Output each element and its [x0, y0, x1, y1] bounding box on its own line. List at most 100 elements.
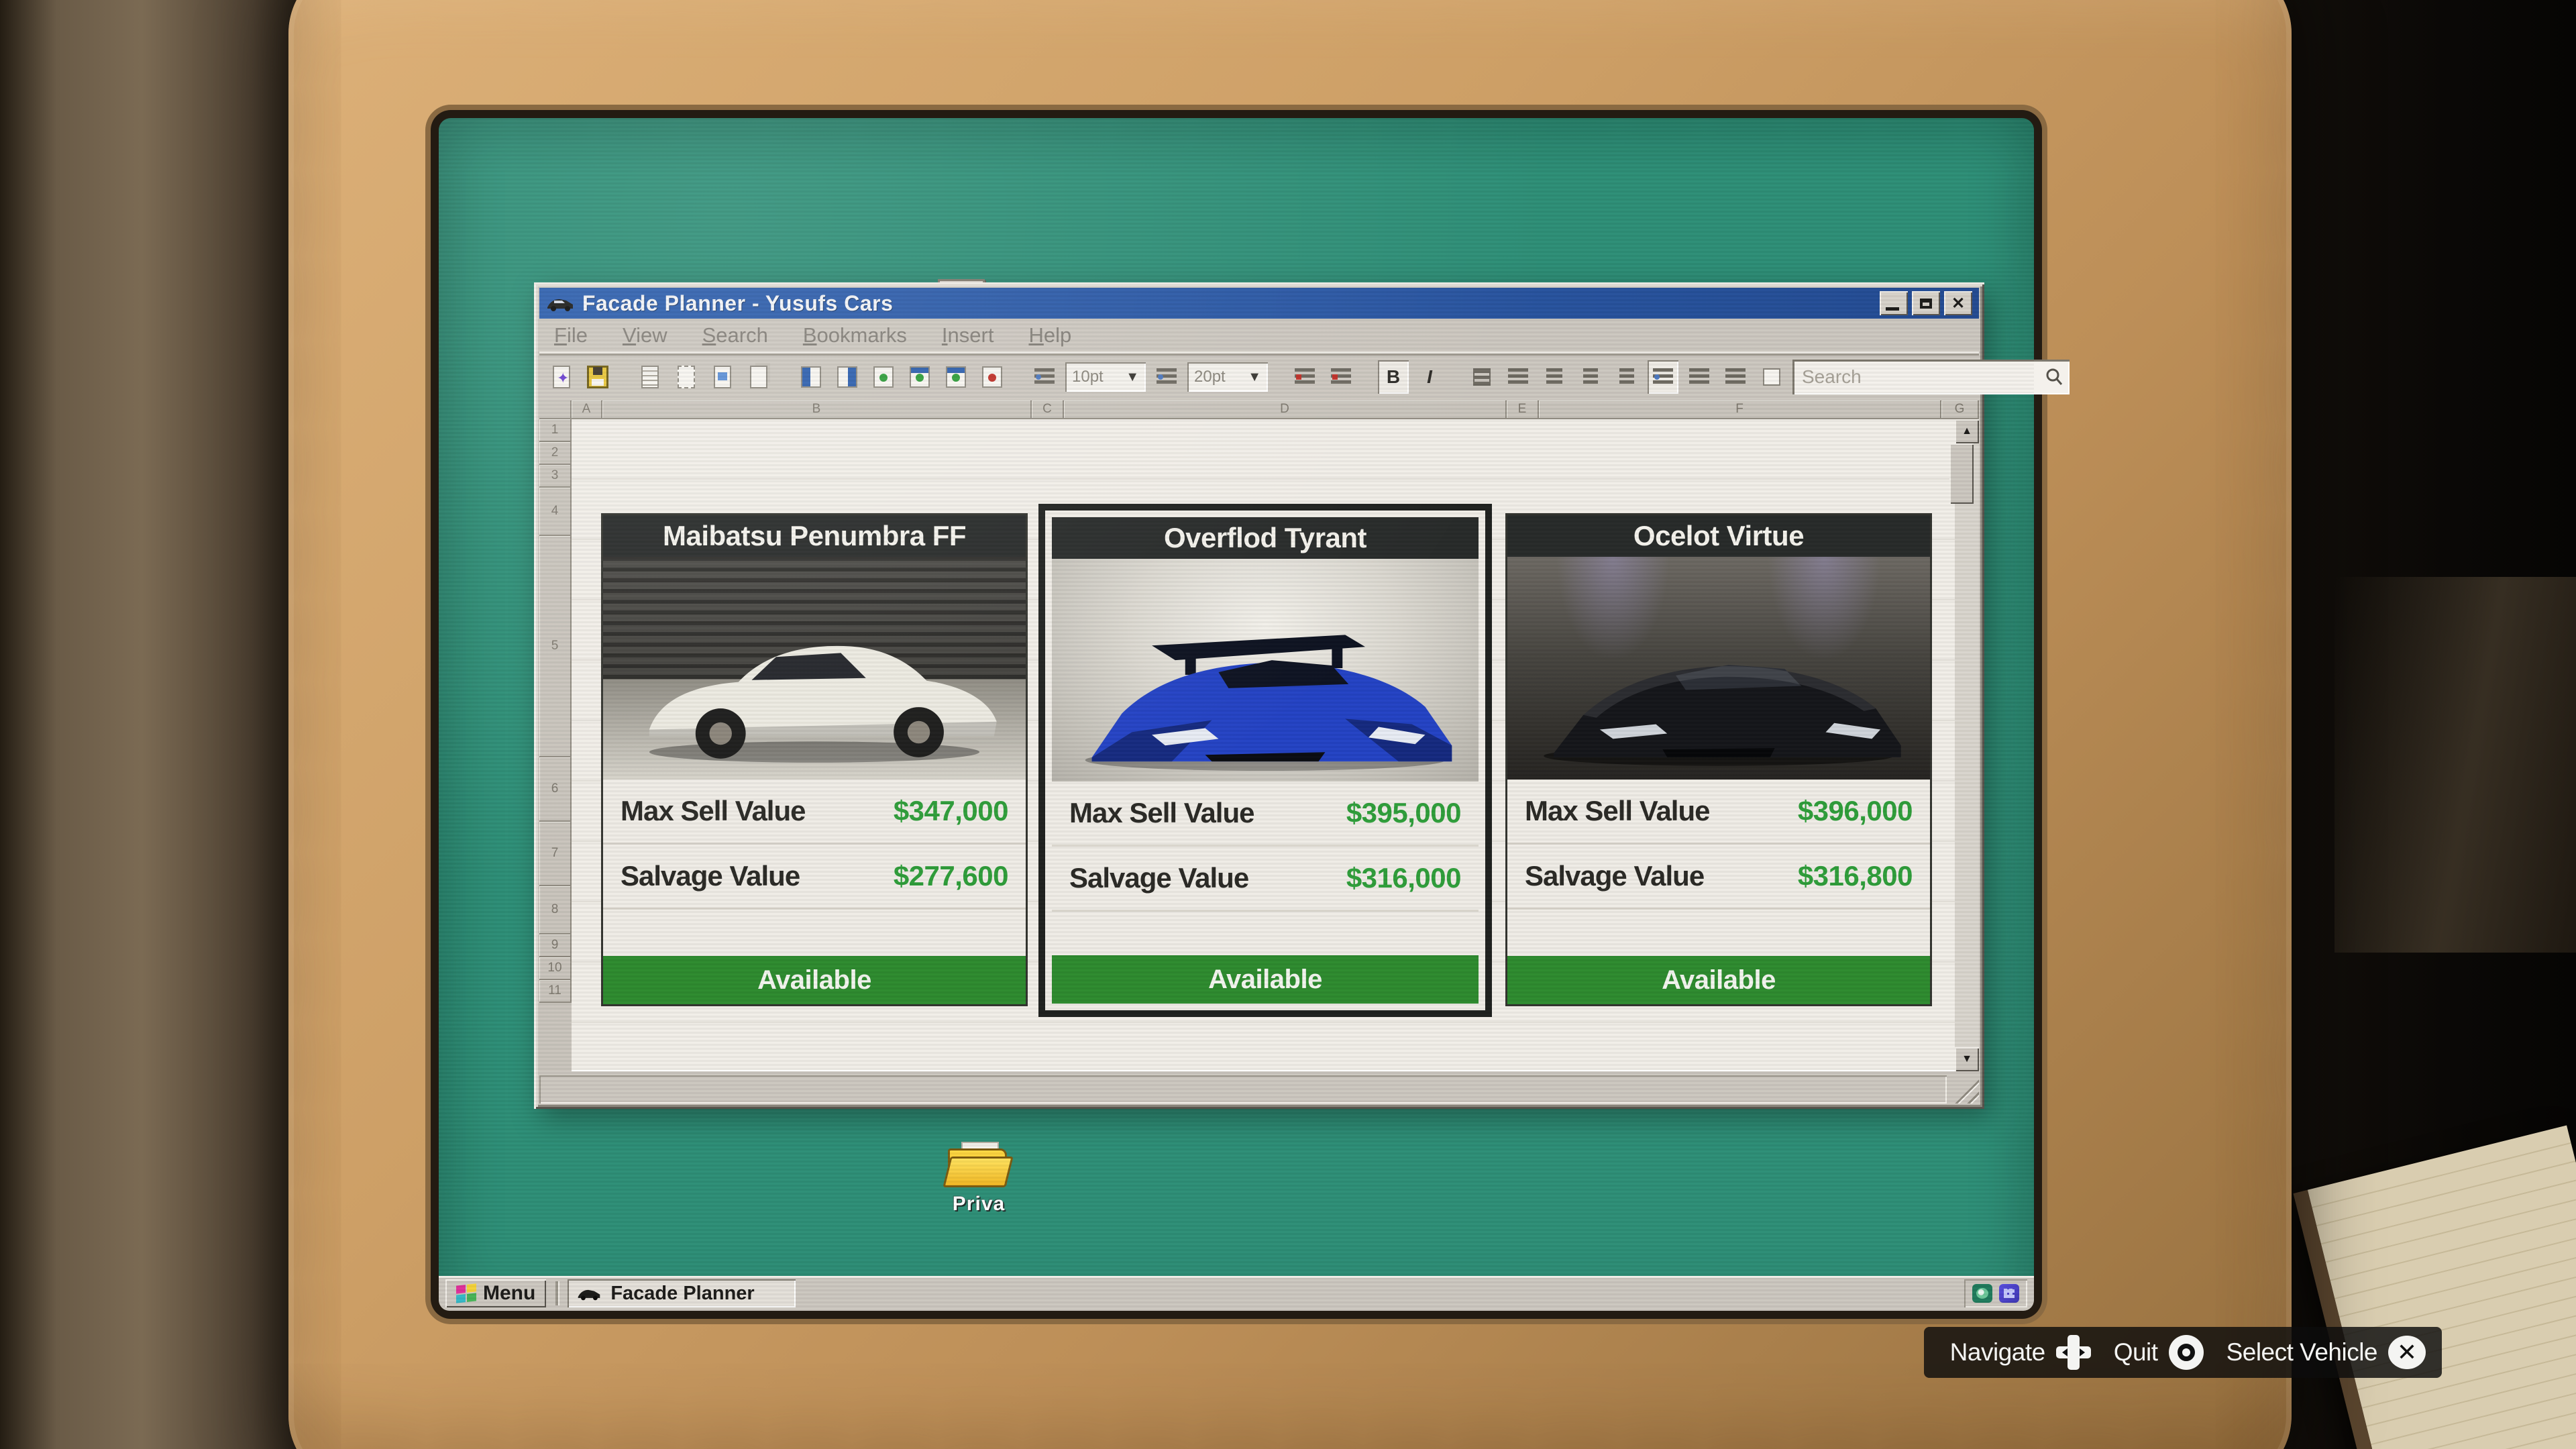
facade-planner-window: Facade Planner - Yusufs Cars ✕ File View…: [534, 282, 1984, 1109]
maximize-button[interactable]: [1912, 291, 1940, 315]
layout-left-button[interactable]: [796, 360, 826, 394]
open-document-button[interactable]: [635, 360, 665, 394]
align-center-button[interactable]: [1539, 360, 1570, 394]
font-size-small-combo[interactable]: 10pt▼: [1065, 362, 1146, 392]
scroll-down-arrow[interactable]: ▼: [1955, 1047, 1979, 1071]
paste-button[interactable]: [671, 360, 702, 394]
display-tray-icon[interactable]: [1999, 1284, 2019, 1303]
menu-view[interactable]: View: [623, 323, 667, 347]
window-statusbar: [539, 1075, 1979, 1104]
salvage-row: Salvage Value $316,800: [1507, 845, 1930, 910]
line-spacing-icon-small: [1029, 360, 1060, 394]
menu-help[interactable]: Help: [1028, 323, 1071, 347]
font-size-large-combo[interactable]: 20pt▼: [1187, 362, 1268, 392]
taskbar-task-facade-planner[interactable]: Facade Planner: [568, 1279, 796, 1307]
layout-split-button[interactable]: [832, 360, 863, 394]
window-green-3-button[interactable]: [941, 360, 971, 394]
window-dot-icon: [910, 366, 930, 388]
spreadsheet-area: A B C D E F G 1 2 3 4 5 6 7 8 9: [539, 400, 1979, 1071]
frame-button[interactable]: [1756, 360, 1787, 394]
available-button[interactable]: Available: [603, 956, 1026, 1004]
italic-button[interactable]: I: [1414, 360, 1445, 394]
system-tray: [1964, 1279, 2027, 1307]
vehicle-photo-maibatsu: [603, 557, 1026, 780]
row-header: 3: [539, 465, 572, 488]
vehicle-card-virtue[interactable]: Ocelot Virtue: [1505, 513, 1932, 1006]
insert-image-button[interactable]: [707, 360, 738, 394]
shelf-edge: [2334, 577, 2576, 953]
window-dot-icon: [873, 366, 894, 388]
numbered-list-button[interactable]: [1684, 360, 1715, 394]
dashed-page-icon: [678, 366, 695, 388]
controller-hints-bar: Navigate Quit Select Vehicle ✕: [1924, 1327, 2442, 1378]
new-document-button[interactable]: ✦: [546, 360, 577, 394]
start-menu-button[interactable]: Menu: [445, 1279, 546, 1307]
column-header-a: A: [572, 400, 602, 419]
record-button[interactable]: [977, 360, 1008, 394]
hint-quit: Quit: [2114, 1335, 2204, 1370]
desktop-icon-label: Priva: [928, 1193, 1029, 1216]
copy-pages-icon: [750, 366, 767, 388]
indent-marker-1-button[interactable]: [1289, 360, 1320, 394]
floppy-disk-icon: [587, 366, 608, 388]
max-sell-value: $395,000: [1346, 797, 1461, 829]
row-header: 8: [539, 886, 572, 934]
menu-file[interactable]: File: [554, 323, 588, 347]
window-green-1-button[interactable]: [868, 360, 899, 394]
window-green-2-button[interactable]: [904, 360, 935, 394]
line-spacing-icon-large: [1151, 360, 1182, 394]
toolbar: ✦ 10pt▼ 20pt▼: [539, 354, 1979, 400]
list-button[interactable]: [1648, 360, 1678, 394]
search-input[interactable]: [1802, 366, 2044, 388]
row-header: 11: [539, 980, 572, 1003]
salvage-label: Salvage Value: [621, 860, 800, 892]
vertical-scrollbar[interactable]: ▲ ▼: [1955, 419, 1979, 1071]
align-left-button[interactable]: [1503, 360, 1534, 394]
window-titlebar[interactable]: Facade Planner - Yusufs Cars ✕: [539, 288, 1979, 319]
search-icon[interactable]: [2044, 367, 2064, 387]
panel-left-icon: [801, 366, 821, 388]
copy-button[interactable]: [743, 360, 774, 394]
desktop-icon-private[interactable]: Priva: [928, 1142, 1029, 1216]
close-button[interactable]: ✕: [1944, 291, 1972, 315]
column-header-e: E: [1507, 400, 1539, 419]
max-sell-label: Max Sell Value: [621, 795, 806, 827]
vehicle-card-maibatsu[interactable]: Maibatsu Penumbra FF: [601, 513, 1028, 1006]
row-header: 5: [539, 536, 572, 757]
max-sell-row: Max Sell Value $395,000: [1052, 782, 1479, 847]
scroll-up-arrow[interactable]: ▲: [1955, 419, 1979, 443]
row-header-column: 1 2 3 4 5 6 7 8 9 10 11: [539, 419, 572, 1071]
folder-icon: [948, 1142, 1010, 1189]
menu-insert[interactable]: Insert: [942, 323, 994, 347]
car-image: [1052, 559, 1479, 782]
hint-label: Select Vehicle: [2226, 1338, 2377, 1366]
car-image: [1507, 557, 1930, 780]
menu-search[interactable]: Search: [702, 323, 768, 347]
outdent-button[interactable]: [1720, 360, 1751, 394]
resize-grip[interactable]: [1951, 1075, 1979, 1104]
max-sell-row: Max Sell Value $396,000: [1507, 780, 1930, 845]
align-block-button[interactable]: [1466, 360, 1497, 394]
scrollbar-thumb[interactable]: [1949, 443, 1974, 504]
task-label: Facade Planner: [610, 1283, 754, 1305]
bracket-close-button[interactable]: [1611, 360, 1642, 394]
car-icon: [577, 1285, 601, 1301]
available-button[interactable]: Available: [1507, 956, 1930, 1004]
minimize-button[interactable]: [1880, 291, 1908, 315]
cross-button-icon: ✕: [2388, 1336, 2426, 1369]
available-button[interactable]: Available: [1052, 955, 1479, 1004]
menu-bar: File View Search Bookmarks Insert Help: [539, 319, 1979, 354]
salvage-value: $277,600: [894, 860, 1008, 892]
bracket-open-button[interactable]: [1575, 360, 1606, 394]
hint-navigate: Navigate: [1950, 1335, 2091, 1370]
menu-bookmarks[interactable]: Bookmarks: [803, 323, 907, 347]
network-tray-icon[interactable]: [1972, 1284, 1992, 1303]
row-header: 10: [539, 957, 572, 980]
save-button[interactable]: [582, 360, 613, 394]
hint-label: Navigate: [1950, 1338, 2045, 1366]
bold-button[interactable]: B: [1378, 360, 1409, 394]
vehicle-card-tyrant-selected[interactable]: Overflod Tyrant: [1038, 504, 1492, 1017]
indent-marker-2-button[interactable]: [1326, 360, 1356, 394]
chevron-down-icon: ▼: [1126, 370, 1139, 385]
dpad-icon: [2056, 1335, 2091, 1370]
